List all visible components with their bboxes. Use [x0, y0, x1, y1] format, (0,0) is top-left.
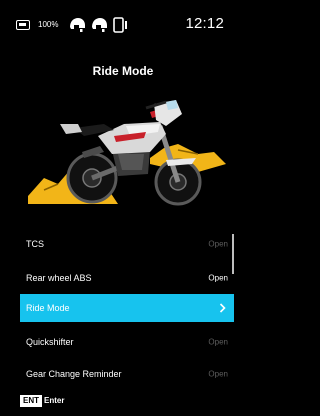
menu-item-tcs[interactable]: TCS Open	[20, 230, 234, 258]
battery-level: 100%	[38, 20, 59, 29]
phone-icon	[113, 17, 127, 33]
battery-icon	[16, 20, 30, 30]
menu-item-status: Open	[208, 337, 228, 347]
menu-item-label: Gear Change Reminder	[26, 369, 122, 379]
menu-item-rear-wheel-abs[interactable]: Rear wheel ABS Open	[20, 264, 234, 292]
menu-item-gear-change-reminder[interactable]: Gear Change Reminder Open	[20, 360, 234, 388]
chevron-right-icon	[219, 303, 226, 313]
ent-key-badge: ENT	[20, 395, 42, 407]
menu-item-status: Open	[208, 273, 228, 283]
motorcycle-illustration	[28, 100, 226, 206]
menu-item-label: Ride Mode	[26, 303, 70, 313]
passenger-helmet-icon	[92, 18, 107, 32]
menu-item-ride-mode[interactable]: Ride Mode	[20, 294, 234, 322]
menu-item-label: Rear wheel ABS	[26, 273, 92, 283]
clock: 12:12	[185, 15, 224, 32]
page-title: Ride Mode	[92, 64, 154, 78]
enter-label: Enter	[44, 396, 65, 405]
footer-hint: ENT Enter	[0, 392, 246, 412]
menu-item-status: Open	[208, 369, 228, 379]
settings-menu: TCS Open Rear wheel ABS Open Ride Mode Q…	[0, 230, 246, 390]
rider-helmet-icon	[70, 18, 85, 32]
status-bar: 100% 12:12	[0, 0, 246, 40]
menu-item-label: TCS	[26, 239, 44, 249]
menu-item-label: Quickshifter	[26, 337, 74, 347]
menu-item-status: Open	[208, 239, 228, 249]
menu-item-quickshifter[interactable]: Quickshifter Open	[20, 328, 234, 356]
